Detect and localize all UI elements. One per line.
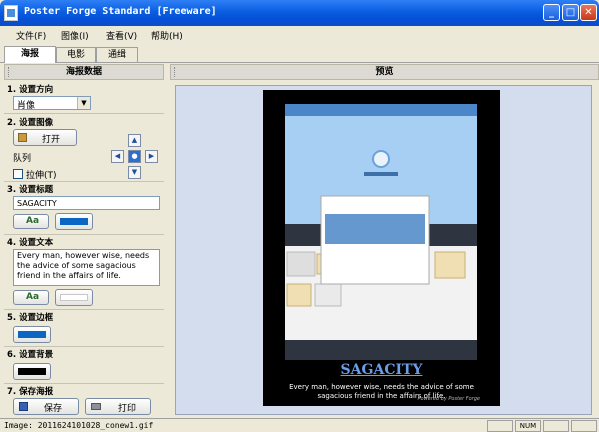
title-input[interactable]: SAGACITY — [13, 196, 160, 210]
status-bar: Image: 2011624101028_conew1.gif NUM — [0, 418, 599, 432]
menu-view[interactable]: 查看(V) — [106, 29, 137, 42]
print-button[interactable]: 打印 — [85, 398, 151, 415]
save-label: 保存 — [44, 404, 63, 414]
status-cell — [571, 420, 597, 432]
folder-icon — [18, 133, 27, 142]
menu-help[interactable]: 帮助(H) — [151, 29, 183, 42]
tab-bar: 海报 电影 通缉 — [0, 44, 599, 63]
poster-image — [285, 104, 477, 360]
section-background-title: 6. 设置背景 — [7, 350, 54, 360]
right-panel-header: 预览 — [170, 64, 599, 80]
print-label: 打印 — [118, 404, 137, 414]
poster-preview: SAGACITY Every man, however wise, needs … — [263, 90, 500, 406]
next-icon[interactable]: ▶ — [145, 150, 158, 163]
maximize-button[interactable]: □ — [562, 4, 579, 21]
status-text: Image: 2011624101028_conew1.gif — [4, 421, 154, 430]
menu-bar: 文件(F) 图像(I) 查看(V) 帮助(H) — [0, 26, 599, 44]
font-icon: Aa — [26, 292, 40, 302]
floppy-icon — [19, 402, 28, 411]
section-save-title: 7. 保存海报 — [7, 387, 54, 397]
divider — [4, 383, 164, 384]
title-color-button[interactable] — [55, 213, 93, 230]
divider — [4, 113, 164, 114]
left-panel-header: 海报数据 — [4, 64, 164, 80]
border-color-swatch — [18, 331, 46, 338]
background-color-button[interactable] — [13, 363, 51, 380]
poster-data-panel: 1. 设置方向 肖像 ▼ 2. 设置图像 打开 ▲ 队列 ◀ ● ▶ 拉伸(T)… — [4, 81, 164, 417]
menu-image[interactable]: 图像(I) — [61, 29, 89, 42]
status-cell — [543, 420, 569, 432]
poster-screenshot-image — [285, 104, 477, 360]
section-orientation-title: 1. 设置方向 — [7, 85, 54, 95]
section-title-title: 3. 设置标题 — [7, 185, 54, 195]
window-title: Poster Forge Standard [Freeware] — [24, 6, 217, 17]
tab-poster[interactable]: 海报 — [4, 46, 56, 63]
font-icon: Aa — [26, 216, 40, 226]
divider — [4, 309, 164, 310]
minimize-button[interactable]: _ — [543, 4, 560, 21]
poster-title: SAGACITY — [340, 362, 423, 378]
grip-icon — [8, 67, 10, 77]
chevron-down-icon[interactable]: ▼ — [77, 97, 90, 109]
previous-icon[interactable]: ◀ — [111, 150, 124, 163]
text-input[interactable]: Every man, however wise, needs the advic… — [13, 249, 160, 286]
orientation-select[interactable]: 肖像 ▼ — [13, 96, 91, 111]
section-text-title: 4. 设置文本 — [7, 238, 54, 248]
stretch-label: 拉伸(T) — [26, 171, 57, 181]
menu-file[interactable]: 文件(F) — [16, 29, 46, 42]
stretch-checkbox[interactable] — [13, 169, 23, 179]
text-color-swatch — [60, 294, 88, 301]
background-color-swatch — [18, 368, 46, 375]
poster-credit: Powered by Poster Forge — [417, 396, 480, 402]
tab-movie[interactable]: 电影 — [56, 47, 96, 62]
left-panel-title: 海报数据 — [65, 67, 102, 77]
title-bar: Poster Forge Standard [Freeware] _ □ ✕ — [0, 0, 599, 26]
current-icon[interactable]: ● — [128, 150, 141, 163]
num-lock-indicator: NUM — [515, 420, 541, 432]
divider — [4, 234, 164, 235]
divider — [4, 346, 164, 347]
section-border-title: 5. 设置边框 — [7, 313, 54, 323]
section-image-title: 2. 设置图像 — [7, 118, 54, 128]
title-color-swatch — [60, 218, 88, 225]
app-icon — [4, 5, 18, 21]
queue-label: 队列 — [13, 154, 32, 164]
open-image-button[interactable]: 打开 — [13, 129, 77, 146]
tab-wanted[interactable]: 通缉 — [96, 47, 138, 62]
grip-icon — [174, 67, 176, 77]
move-bottom-icon[interactable]: ▼ — [128, 166, 141, 179]
printer-icon — [91, 403, 101, 410]
text-color-button[interactable] — [55, 289, 93, 306]
move-top-icon[interactable]: ▲ — [128, 134, 141, 147]
border-color-button[interactable] — [13, 326, 51, 343]
save-button[interactable]: 保存 — [13, 398, 79, 415]
text-font-button[interactable]: Aa — [13, 290, 49, 305]
divider — [4, 181, 164, 182]
status-cell — [487, 420, 513, 432]
title-font-button[interactable]: Aa — [13, 214, 49, 229]
orientation-value: 肖像 — [17, 101, 36, 111]
right-panel-title: 预览 — [375, 67, 394, 77]
open-label: 打开 — [42, 135, 61, 145]
close-button[interactable]: ✕ — [580, 4, 597, 21]
